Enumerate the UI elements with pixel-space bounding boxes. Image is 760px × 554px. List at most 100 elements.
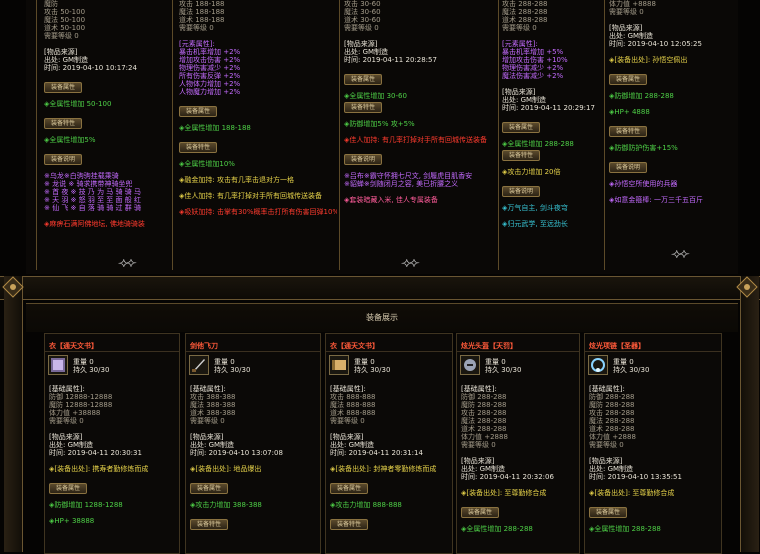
divider bbox=[457, 351, 579, 352]
section-tab-button[interactable]: 装备说明 bbox=[609, 162, 648, 173]
section-tab-button[interactable]: 装备特性 bbox=[502, 150, 541, 161]
attribute-line: 需要等级 0 bbox=[49, 417, 84, 425]
attribute-line: 时间: 2019-04-11 20:32:06 bbox=[461, 473, 554, 481]
frame-rail bbox=[0, 276, 760, 300]
frame-left-rail bbox=[4, 276, 23, 552]
meta-line: 持久 30/30 bbox=[73, 366, 110, 374]
item-name: 炫光项链【圣器】 bbox=[589, 342, 645, 350]
section-tab-button[interactable]: 装备说明 bbox=[44, 154, 83, 165]
wing-logo-icon: ⟢⟣ bbox=[401, 255, 420, 271]
attribute-line: ※乌龙※白驹驹挂载乘骑 bbox=[44, 172, 119, 180]
top-column-3: 攻击 30-60 魔法 30-60 道术 30-60 需要等级 0 [物品来源] 出处: … bbox=[344, 0, 496, 204]
divider bbox=[585, 351, 721, 352]
attribute-line: 魔法伤害减少 +2% bbox=[502, 72, 564, 80]
attribute-line: ◈[装备出处]: 封神者零勤修炼而成 bbox=[330, 465, 437, 473]
item-details: [基础属性]: 攻击 888-888 魔法 888-888 道术 888-888 需要等… bbox=[330, 385, 450, 530]
attribute-line: ◈套装暗藏入米, 佳人专属装备 bbox=[344, 196, 438, 204]
section-tab-button[interactable]: 装备特性 bbox=[179, 142, 218, 153]
section-tab-button[interactable]: 装备属性 bbox=[44, 82, 83, 93]
section-tab-button[interactable]: 装备特性 bbox=[344, 102, 383, 113]
attribute-line: ◈佳人加持: 有几率打掉对手所有回城传送装备 bbox=[344, 136, 487, 144]
attribute-line: 增加攻击伤害 +10% bbox=[502, 56, 568, 64]
attribute-line: 人物魔力增加 +2% bbox=[179, 88, 241, 96]
section-tab-button[interactable]: 装备属性 bbox=[179, 106, 218, 117]
section-tab-button[interactable]: 装备特性 bbox=[609, 126, 648, 137]
attribute-line: 出处: GM制造 bbox=[609, 32, 654, 40]
attribute-line: 时间: 2019-04-10 13:35:51 bbox=[589, 473, 682, 481]
attribute-line: 需要等级 0 bbox=[344, 24, 379, 32]
section-tab-button[interactable]: 装备属性 bbox=[461, 507, 500, 518]
section-tab-button[interactable]: 装备属性 bbox=[330, 483, 369, 494]
item-meta: 重量 0 持久 30/30 bbox=[214, 358, 250, 374]
section-tab-button[interactable]: 装备属性 bbox=[609, 74, 648, 85]
section-heading: [基础属性]: bbox=[461, 385, 497, 393]
section-tab-button[interactable]: 装备特性 bbox=[44, 118, 83, 129]
item-meta: 重量 0 持久 30/30 bbox=[613, 358, 649, 374]
attribute-line: ◈攻击力增加 20倍 bbox=[502, 168, 561, 176]
attribute-line: 时间: 2019-04-11 20:28:57 bbox=[344, 56, 437, 64]
meta-line: 重量 0 bbox=[485, 358, 506, 366]
attribute-line: 需要等级 0 bbox=[179, 24, 214, 32]
attribute-line: ◈防御增加 1288-1288 bbox=[49, 501, 123, 509]
attribute-line: 魔法 30-60 bbox=[344, 8, 381, 16]
attribute-line: 道术 30-60 bbox=[344, 16, 381, 24]
attribute-line: 时间: 2019-04-11 20:30:31 bbox=[49, 449, 142, 457]
section-tab-button[interactable]: 装备说明 bbox=[344, 154, 383, 165]
item-name: 衣【通天文书】 bbox=[49, 342, 98, 350]
attribute-line: ◈全属性增加 188-188 bbox=[179, 124, 251, 132]
attribute-line: 道术 188-188 bbox=[179, 16, 225, 24]
attribute-line: 出处: GM制造 bbox=[589, 465, 634, 473]
section-header: 装备展示 bbox=[26, 303, 738, 332]
meta-line: 重量 0 bbox=[354, 358, 375, 366]
section-heading: [基础属性]: bbox=[589, 385, 625, 393]
attribute-line: ◈融金加持: 攻击有几率击退对方一格 bbox=[179, 176, 294, 184]
attribute-line: 物理伤害减少 +2% bbox=[179, 64, 241, 72]
attribute-line: ◈全属性增加 30-60 bbox=[344, 92, 407, 100]
item-details: [基础属性]: 防御 12888-12888 魔防 12888-12888 体力值 +… bbox=[49, 385, 177, 525]
section-tab-button[interactable]: 装备属性 bbox=[502, 122, 541, 133]
section-heading: [物品来源] bbox=[49, 433, 83, 441]
section-tab-button[interactable]: 装备属性 bbox=[190, 483, 229, 494]
attribute-line: 时间: 2019-04-11 20:29:17 bbox=[502, 104, 595, 112]
section-heading: [物品来源] bbox=[502, 88, 536, 96]
section-tab-button[interactable]: 装备说明 bbox=[502, 186, 541, 197]
attribute-line: 魔防 bbox=[44, 0, 58, 8]
attribute-line: ◈防御增加 288-288 bbox=[609, 92, 674, 100]
attribute-line: ◈全属性增加 288-288 bbox=[461, 525, 533, 533]
section-tab-button[interactable]: 装备属性 bbox=[589, 507, 628, 518]
attribute-line: 时间: 2019-04-10 10:17:24 bbox=[44, 64, 137, 72]
attribute-line: 体力值 +38888 bbox=[49, 409, 101, 417]
helmet-icon bbox=[460, 355, 480, 375]
attribute-line: ◈如意金箍棒: 一万三千五百斤 bbox=[609, 196, 703, 204]
column-divider bbox=[339, 0, 340, 270]
section-tab-button[interactable]: 装备属性 bbox=[344, 74, 383, 85]
top-column-1: 魔防 攻击 50-100 魔法 50-100 道术 50-100 需要等级 0 [物品来源… bbox=[44, 0, 162, 228]
section-tab-button[interactable]: 装备属性 bbox=[49, 483, 88, 494]
section-tab-button[interactable]: 装备特性 bbox=[190, 519, 229, 530]
attribute-line: 攻击 288-288 bbox=[502, 0, 548, 8]
attribute-line: 增加攻击伤害 +2% bbox=[179, 56, 241, 64]
attribute-line: 攻击 30-60 bbox=[344, 0, 381, 8]
divider bbox=[186, 351, 320, 352]
attribute-line: 需要等级 0 bbox=[461, 441, 496, 449]
section-tab-button[interactable]: 装备特性 bbox=[330, 519, 369, 530]
dagger-icon bbox=[189, 355, 209, 375]
